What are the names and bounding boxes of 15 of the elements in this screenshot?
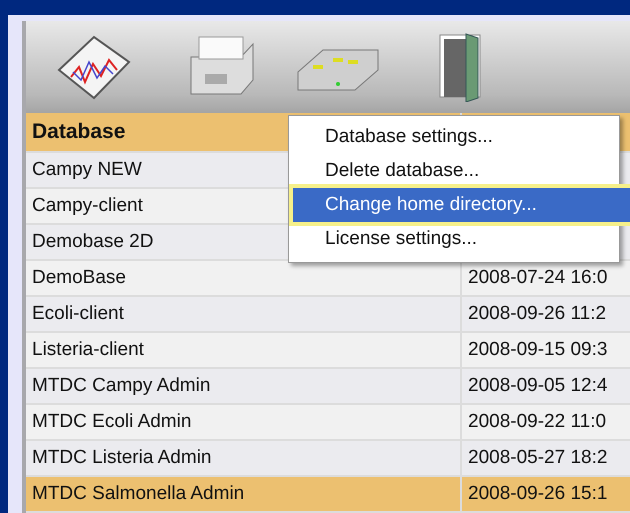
table-cell: Listeria-client — [26, 333, 462, 367]
table-cell: MTDC Salmonella Admin — [26, 477, 462, 511]
table-cell: 2008-05-27 18:2 — [462, 441, 630, 475]
table-cell: MTDC Ecoli Admin — [26, 405, 462, 439]
table-cell: 2008-09-05 12:4 — [462, 369, 630, 403]
menu-item[interactable]: Change home directory... — [293, 188, 630, 222]
table-cell: MTDC Listeria Admin — [26, 441, 462, 475]
table-cell: 2008-09-22 11:0 — [462, 405, 630, 439]
table-cell: 2008-09-26 15:1 — [462, 477, 630, 511]
table-cell: DemoBase — [26, 261, 462, 295]
table-cell: Ecoli-client — [26, 297, 462, 331]
table-cell: 2008-09-15 09:3 — [462, 333, 630, 367]
table-cell: MTDC Campy Admin — [26, 369, 462, 403]
table-cell: 2008-09-26 11:2 — [462, 297, 630, 331]
table-cell: 2008-07-24 16:0 — [462, 261, 630, 295]
